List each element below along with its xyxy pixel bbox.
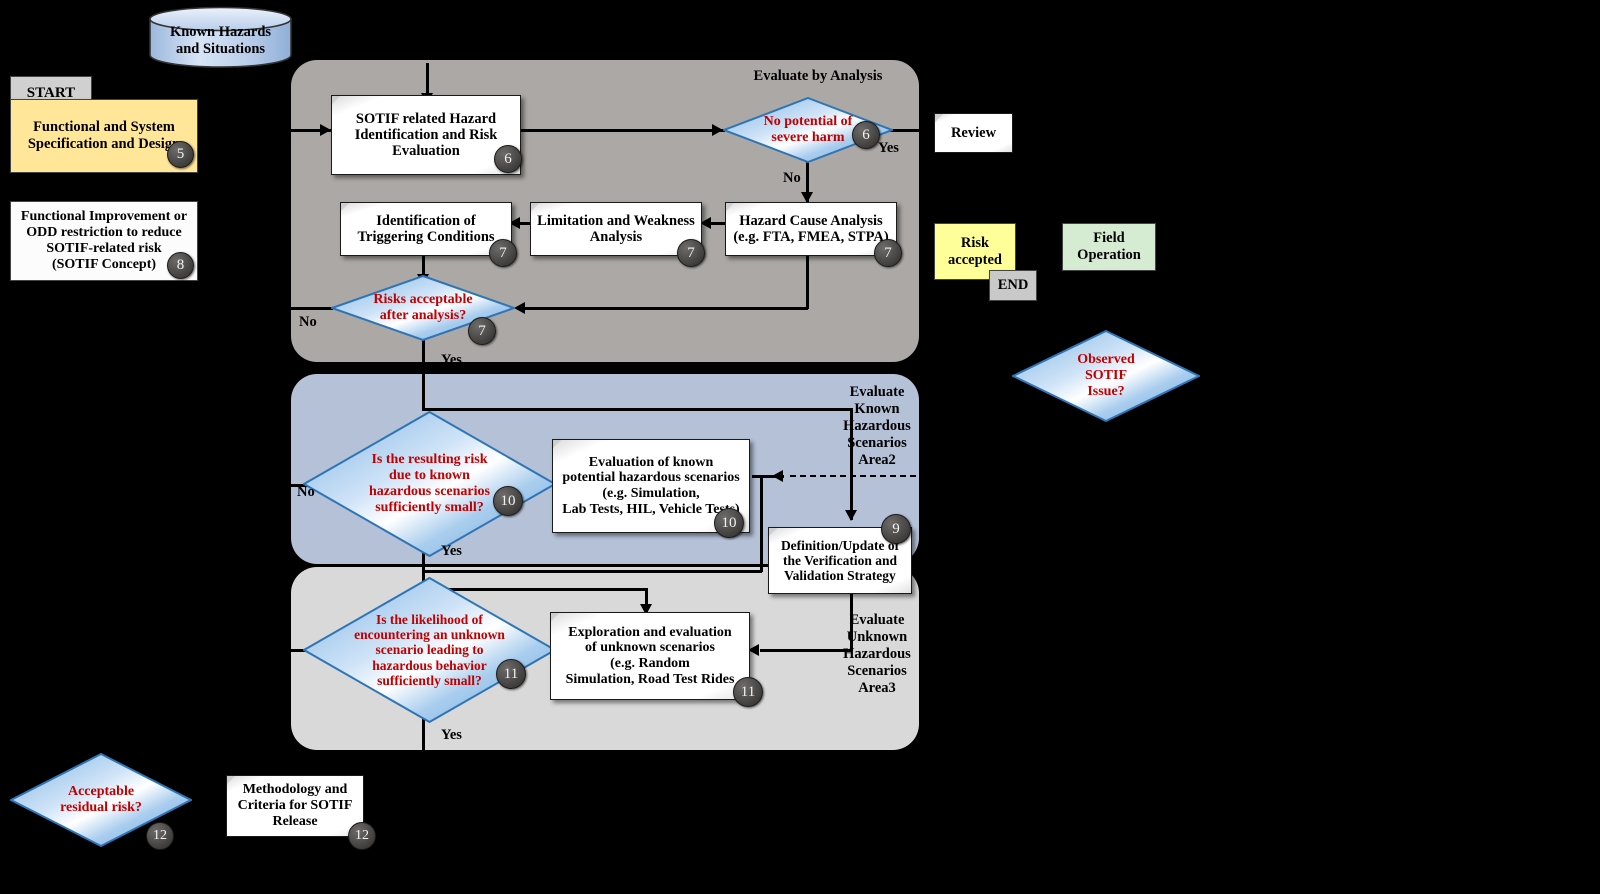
badge-7-risks: 7: [468, 317, 496, 345]
label-no-risks: No: [299, 314, 317, 330]
node-end[interactable]: END: [989, 270, 1037, 301]
node-observed-sotif-issue[interactable]: Observed SOTIF Issue?: [1012, 330, 1200, 422]
connector-def-to-evalknown: [752, 475, 784, 478]
connector-hazard-to-risks: [520, 307, 808, 310]
connector-evalknown-bottom: [422, 570, 762, 573]
connector-sotif-to-diamond6: [519, 129, 725, 132]
arrowhead-area2-into-def: [845, 510, 857, 521]
known-hazards-label: Known Hazards and Situations: [169, 24, 272, 57]
node-likelihood-unknown[interactable]: Is the likelihood of encountering an unk…: [303, 577, 556, 723]
arrowhead-sotif-to-diamond6: [712, 124, 723, 136]
definition-update-label: Definition/Update of the Verification an…: [780, 537, 900, 584]
node-known-hazards[interactable]: Known Hazards and Situations: [149, 6, 292, 68]
node-resulting-risk[interactable]: Is the resulting risk due to known hazar…: [303, 411, 556, 557]
explore-unknown-label: Exploration and evaluation of unknown sc…: [565, 624, 735, 687]
badge-7-hazard: 7: [874, 239, 902, 267]
connector-risks-yes: [422, 340, 425, 410]
badge-12-diamond: 12: [146, 822, 174, 850]
node-limitation-weakness[interactable]: Limitation and Weakness Analysis: [530, 202, 702, 256]
badge-7-triggering: 7: [489, 239, 517, 267]
resulting-risk-label: Is the resulting risk due to known hazar…: [369, 452, 490, 515]
arrowhead-hazard-to-risks: [514, 302, 525, 314]
likelihood-unknown-label: Is the likelihood of encountering an unk…: [354, 611, 505, 689]
panel-analysis-label: Evaluate by Analysis: [753, 68, 883, 84]
connector-risks-no: [291, 307, 333, 310]
limitation-weakness-label: Limitation and Weakness Analysis: [537, 212, 695, 245]
connector-area2-top-down: [850, 408, 853, 520]
badge-11-box: 11: [733, 677, 763, 707]
flowchart-canvas: Evaluate by Analysis Evaluate Known Haza…: [0, 0, 1600, 894]
badge-9: 9: [881, 514, 911, 544]
badge-10-diamond: 10: [493, 486, 523, 516]
label-no-resulting: No: [297, 484, 315, 500]
badge-6-diamond: 6: [852, 121, 880, 149]
node-review[interactable]: Review: [934, 113, 1013, 153]
methodology-label: Methodology and Criteria for SOTIF Relea…: [237, 782, 353, 829]
connector-diamond6-yes: [890, 129, 935, 132]
functional-improvement-label: Functional Improvement or ODD restrictio…: [20, 208, 188, 273]
badge-12-box: 12: [348, 822, 376, 850]
review-label: Review: [950, 124, 997, 141]
badge-10-box: 10: [714, 508, 744, 538]
functional-spec-label: Functional and System Specification and …: [27, 119, 181, 152]
connector-evalknown-right-down: [760, 475, 763, 572]
arrowhead-left-entry: [320, 124, 331, 136]
badge-5: 5: [167, 141, 194, 168]
risks-acceptable-label: Risks acceptable after analysis?: [373, 292, 473, 323]
badge-8: 8: [167, 252, 194, 279]
hazard-cause-label: Hazard Cause Analysis (e.g. FTA, FMEA, S…: [733, 212, 889, 245]
connector-dashed-feedback: [790, 475, 916, 477]
badge-7-limitation: 7: [677, 239, 705, 267]
field-operation-label: Field Operation: [1077, 230, 1141, 263]
eval-known-label: Evaluation of known potential hazardous …: [562, 454, 740, 517]
label-no-severe: No: [783, 170, 801, 186]
label-yes-risks: Yes: [441, 352, 462, 368]
no-potential-label: No potential of severe harm: [763, 114, 853, 145]
node-methodology-criteria[interactable]: Methodology and Criteria for SOTIF Relea…: [226, 775, 364, 837]
connector-def-to-explore: [760, 649, 852, 652]
badge-6-box: 6: [494, 145, 522, 173]
node-explore-unknown[interactable]: Exploration and evaluation of unknown sc…: [550, 612, 750, 700]
connector-hazard-down: [806, 253, 809, 309]
node-sotif-hazard-id[interactable]: SOTIF related Hazard Identification and …: [331, 95, 521, 175]
risk-accepted-label: Risk accepted: [948, 234, 1002, 268]
end-label: END: [997, 277, 1029, 294]
acceptable-residual-label: Acceptable residual risk?: [60, 784, 142, 815]
label-yes-likelihood: Yes: [441, 727, 462, 743]
observed-sotif-label: Observed SOTIF Issue?: [1077, 352, 1135, 399]
node-field-operation[interactable]: Field Operation: [1062, 223, 1156, 271]
node-hazard-cause-analysis[interactable]: Hazard Cause Analysis (e.g. FTA, FMEA, S…: [725, 202, 897, 256]
label-yes-resulting: Yes: [441, 543, 462, 559]
badge-11-diamond: 11: [496, 659, 526, 689]
sotif-hazard-id-label: SOTIF related Hazard Identification and …: [354, 110, 498, 160]
connector-def-down: [850, 592, 853, 651]
label-yes-severe: Yes: [878, 140, 899, 156]
triggering-conditions-label: Identification of Triggering Conditions: [357, 212, 495, 245]
node-triggering-conditions[interactable]: Identification of Triggering Conditions: [340, 202, 512, 256]
